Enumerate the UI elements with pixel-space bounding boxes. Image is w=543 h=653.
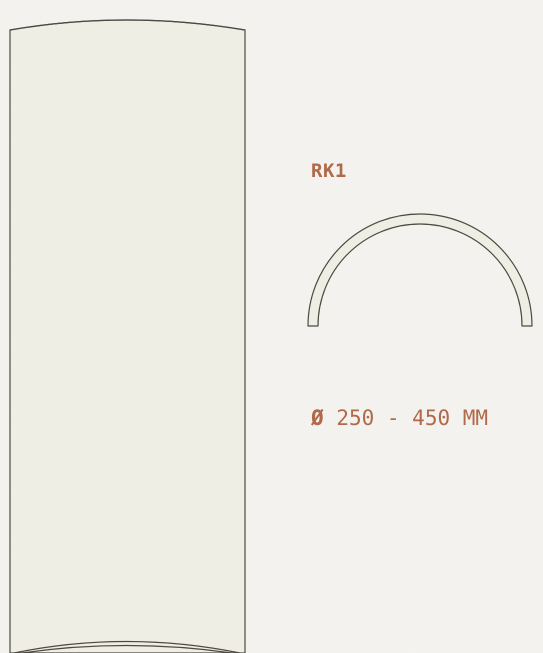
diameter-symbol: Ø bbox=[311, 406, 324, 430]
half-ring-profile-icon bbox=[307, 213, 533, 327]
profile-code-label: RK1 bbox=[311, 160, 347, 182]
column-body bbox=[9, 19, 246, 653]
diameter-range: 250 - 450 MM bbox=[336, 406, 489, 430]
diameter-range-label: Ø 250 - 450 MM bbox=[311, 406, 488, 430]
